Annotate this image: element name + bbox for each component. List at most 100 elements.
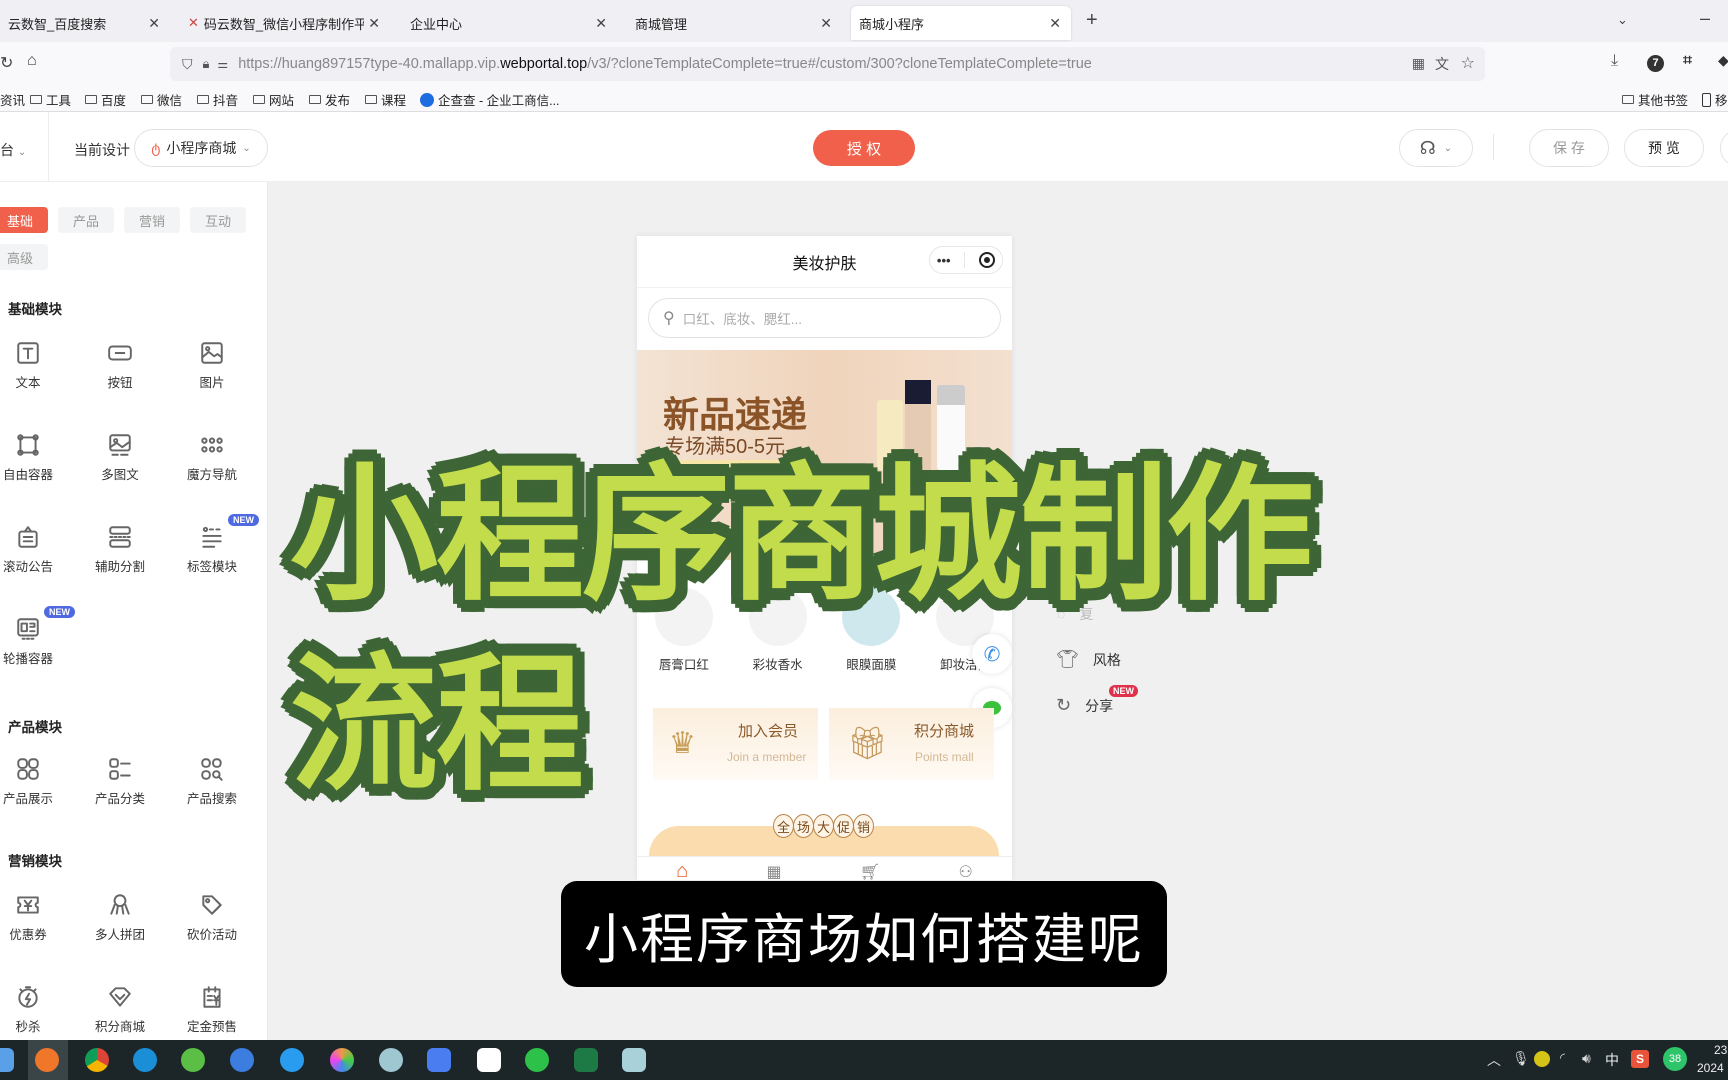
photo-app-icon[interactable] <box>330 1048 354 1072</box>
design-selector[interactable]: ტ 小程序商城 ⌄ <box>134 129 268 167</box>
points-mall-card[interactable]: 🎁︎ 积分商城 Points mall <box>829 708 994 780</box>
bookmark-folder[interactable]: 网站 <box>253 90 294 109</box>
minimize-button[interactable]: – <box>1700 8 1710 29</box>
extension-icon[interactable]: ◆ <box>1718 52 1728 69</box>
category-tab-marketing[interactable]: 营销 <box>124 207 180 233</box>
module-multi-image[interactable]: 多图文 <box>80 432 160 483</box>
nav-home-icon[interactable]: ⌂ <box>676 860 688 880</box>
module-tag-list[interactable]: 标签模块 <box>172 524 252 575</box>
tab-mall-miniprogram[interactable]: 商城小程序 ✕ <box>851 6 1071 40</box>
phone-search-bar[interactable]: ⚲ 口红、底妆、腮红... <box>648 298 1001 338</box>
crop-icon[interactable]: ⌗ <box>1683 52 1692 70</box>
tray-badge[interactable]: 38 <box>1663 1047 1687 1071</box>
microphone-icon[interactable]: 🎙︎ <box>1512 1050 1530 1067</box>
bookmark-item[interactable]: 资讯 <box>0 90 25 109</box>
edge-icon[interactable] <box>133 1048 157 1072</box>
module-bargain-tag[interactable]: 砍价活动 <box>172 892 252 943</box>
bookmark-qichacha[interactable]: 企查查 - 企业工商信... <box>420 90 560 109</box>
site-settings-icon[interactable]: ⚌ <box>217 57 228 71</box>
clock-date[interactable]: 2024 <box>1697 1061 1724 1075</box>
join-member-card[interactable]: ♛ 加入会员 Join a member <box>653 708 818 780</box>
tab-baidu-search[interactable]: 云数智_百度搜索 ✕ <box>0 6 170 40</box>
right-menu-style[interactable]: 👕︎ 风格 <box>1056 649 1121 670</box>
new-tab-button[interactable]: + <box>1086 9 1098 32</box>
bookmark-folder[interactable]: 微信 <box>141 90 182 109</box>
module-container[interactable]: 自由容器 <box>0 432 68 483</box>
tab-platform[interactable]: ✕ 码云数智_微信小程序制作平台 ✕ <box>180 6 390 40</box>
clock-time[interactable]: 23 <box>1714 1043 1727 1057</box>
close-tab-icon[interactable]: ✕ <box>148 15 160 32</box>
module-grid-dots[interactable]: 魔方导航 <box>172 432 252 483</box>
customer-service-button[interactable]: ☊ ⌄ <box>1399 129 1473 167</box>
ime-indicator[interactable]: 中 <box>1605 1050 1619 1070</box>
tray-app-icon[interactable] <box>1534 1051 1550 1067</box>
qq-icon[interactable] <box>477 1048 501 1072</box>
qq-browser-icon[interactable] <box>280 1048 304 1072</box>
authorize-button[interactable]: 授 权 <box>813 130 915 166</box>
volume-icon[interactable]: 🔊︎ <box>1582 1050 1591 1067</box>
bookmark-folder[interactable]: 抖音 <box>197 90 238 109</box>
url-text[interactable]: https://huang897157type-40.mallapp.vip.w… <box>238 56 1092 72</box>
category-tab-interaction[interactable]: 互动 <box>190 207 246 233</box>
chrome-icon[interactable] <box>85 1048 109 1072</box>
wifi-icon[interactable]: ◜ <box>1560 1050 1565 1066</box>
translate-icon[interactable]: 文 <box>1435 54 1449 74</box>
module-category[interactable]: 产品分类 <box>80 756 160 807</box>
workspace-switcher[interactable]: 台 ⌄ <box>0 140 26 160</box>
home-icon[interactable]: ⌂ <box>27 52 37 70</box>
nav-user-icon[interactable]: ⚇ <box>959 862 973 881</box>
publish-button[interactable] <box>1720 129 1728 167</box>
taskbar-app-icon[interactable] <box>0 1048 14 1072</box>
save-button[interactable]: 保 存 <box>1529 129 1609 167</box>
module-divider[interactable]: 辅助分割 <box>80 524 160 575</box>
sogou-browser-icon[interactable] <box>230 1048 254 1072</box>
tab-enterprise-center[interactable]: 企业中心 ✕ <box>402 6 617 40</box>
close-tab-icon[interactable]: ✕ <box>595 15 607 32</box>
mobile-bookmarks[interactable]: 移 <box>1702 90 1728 109</box>
more-icon[interactable]: ••• <box>937 253 951 268</box>
close-tab-icon[interactable]: ✕ <box>368 15 380 32</box>
module-group-buy[interactable]: 多人拼团 <box>80 892 160 943</box>
module-coupon[interactable]: 优惠券 <box>0 892 68 943</box>
download-icon[interactable]: ⤓ <box>1611 52 1618 70</box>
bookmark-folder[interactable]: 发布 <box>309 90 350 109</box>
sogou-input-icon[interactable]: S <box>1631 1050 1649 1068</box>
excel-icon[interactable] <box>574 1048 598 1072</box>
capsule-menu[interactable]: ••• <box>929 246 1003 274</box>
bookmark-folder[interactable]: 课程 <box>365 90 406 109</box>
extension-badge-icon[interactable]: 7 <box>1647 55 1664 72</box>
ie-browser-icon[interactable] <box>181 1048 205 1072</box>
reload-icon[interactable]: ↻ <box>0 53 13 73</box>
phone-call-icon[interactable]: ✆ <box>972 634 1012 674</box>
notepad-icon[interactable] <box>622 1048 646 1072</box>
module-points-diamond[interactable]: 积分商城 <box>80 984 160 1035</box>
category-tab-product[interactable]: 产品 <box>58 207 114 233</box>
bookmark-folder[interactable]: 工具 <box>30 90 71 109</box>
firefox-icon[interactable] <box>35 1048 59 1072</box>
settings-app-icon[interactable] <box>379 1048 403 1072</box>
close-tab-icon[interactable]: ✕ <box>820 15 832 32</box>
bookmark-folder[interactable]: 百度 <box>85 90 126 109</box>
preview-button[interactable]: 预 览 <box>1624 129 1704 167</box>
other-bookmarks[interactable]: 其他书签 <box>1622 90 1688 109</box>
category-tab-basic[interactable]: 基础 <box>0 207 48 233</box>
qr-code-icon[interactable]: ▦ <box>1412 55 1425 72</box>
module-notice[interactable]: 滚动公告 <box>0 524 68 575</box>
right-menu-share[interactable]: ↻ 分享 <box>1056 695 1113 716</box>
module-product-grid[interactable]: 产品展示 <box>0 756 68 807</box>
notes-app-icon[interactable] <box>427 1048 451 1072</box>
wechat-taskbar-icon[interactable] <box>525 1048 549 1072</box>
module-image[interactable]: 图片 <box>172 340 252 391</box>
module-button[interactable]: 按钮 <box>80 340 160 391</box>
tray-expand-icon[interactable]: ︿ <box>1487 1050 1501 1070</box>
module-presale[interactable]: 定金预售 <box>172 984 252 1035</box>
module-product-search[interactable]: 产品搜索 <box>172 756 252 807</box>
module-flash-sale[interactable]: 秒杀 <box>0 984 68 1035</box>
nav-category-icon[interactable]: ▦ <box>767 862 782 881</box>
address-bar[interactable]: ⛉ 🔒︎ ⚌ https://huang897157type-40.mallap… <box>170 47 1485 81</box>
module-text[interactable]: 文本 <box>0 340 68 391</box>
tab-list-chevron-icon[interactable]: ⌄ <box>1617 12 1628 28</box>
tab-mall-management[interactable]: 商城管理 ✕ <box>627 6 842 40</box>
bookmark-star-icon[interactable]: ☆ <box>1461 53 1475 73</box>
close-tab-icon[interactable]: ✕ <box>1049 15 1061 32</box>
